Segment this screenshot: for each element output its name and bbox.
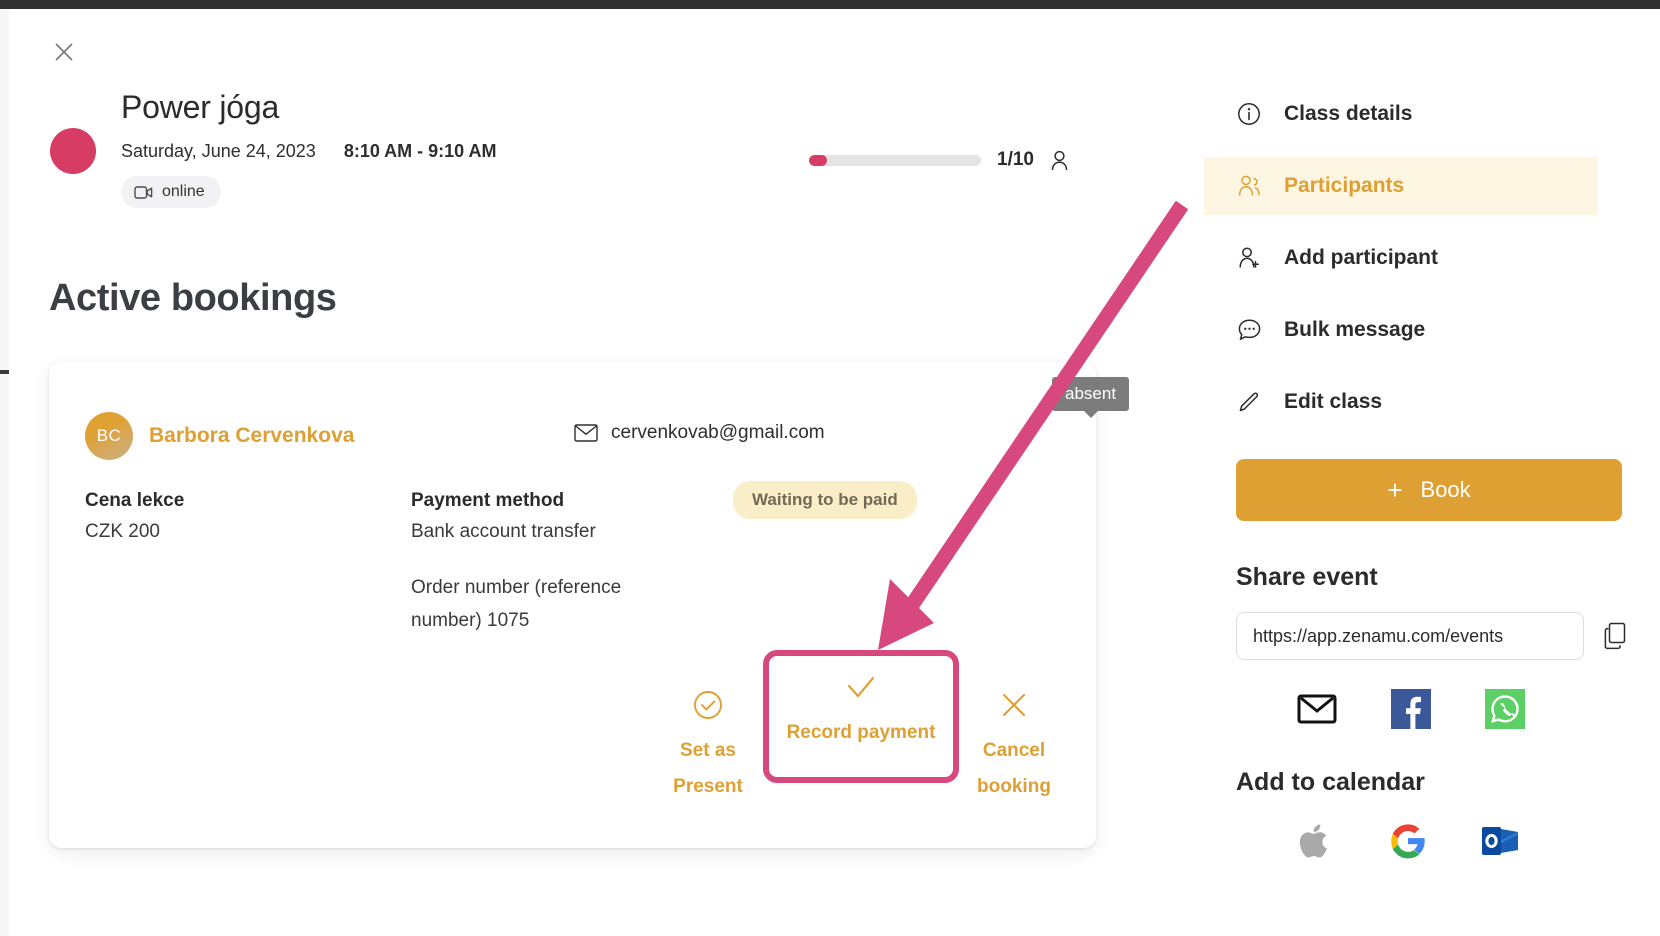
window-titlebar — [0, 0, 1660, 9]
pencil-icon — [1236, 390, 1262, 414]
capacity-track — [809, 154, 981, 166]
event-online-tag-label: online — [162, 183, 205, 200]
sidebar-item-add-participant[interactable]: Add participant — [1204, 229, 1638, 287]
sidebar-item-label: Class details — [1284, 102, 1413, 125]
calendar-providers-row — [1236, 821, 1638, 861]
avatar: BC — [85, 412, 133, 460]
share-url-input[interactable] — [1236, 612, 1584, 660]
whatsapp-icon — [1485, 689, 1525, 729]
book-button[interactable]: + Book — [1236, 459, 1622, 521]
sidebar-item-label: Bulk message — [1284, 318, 1426, 341]
payment-method-label: Payment method — [411, 490, 565, 511]
price-value: CZK 200 — [85, 521, 160, 542]
set-as-present-label: Set as Present — [673, 740, 743, 797]
participant-name[interactable]: Barbora Cervenkova — [149, 424, 354, 448]
video-camera-icon — [134, 185, 153, 199]
share-social-row — [1236, 688, 1638, 730]
event-header: Power jóga Saturday, June 24, 2023 8:10 … — [121, 85, 801, 208]
participant-email-text: cervenkovab@gmail.com — [611, 422, 825, 443]
facebook-icon — [1391, 689, 1431, 729]
event-time: 8:10 AM - 9:10 AM — [343, 141, 497, 161]
booking-card: absent BC Barbora Cervenkova cervenkovab… — [49, 362, 1130, 848]
event-datetime: Saturday, June 24, 2023 8:10 AM - 9:10 A… — [121, 141, 801, 162]
person-plus-icon — [1236, 246, 1262, 270]
window-left-edge — [0, 9, 9, 936]
sidebar-item-class-details[interactable]: Class details — [1204, 85, 1638, 143]
event-detail-panel: Power jóga Saturday, June 24, 2023 8:10 … — [9, 9, 1204, 936]
sidebar-item-label: Add participant — [1284, 246, 1439, 269]
copy-link-button[interactable] — [1602, 620, 1628, 652]
apple-calendar-button[interactable] — [1296, 821, 1336, 861]
participants-icon — [1236, 174, 1262, 198]
app-window: Power jóga Saturday, June 24, 2023 8:10 … — [0, 0, 1660, 936]
attendance-tooltip: absent — [1052, 377, 1130, 418]
apple-icon — [1299, 824, 1327, 858]
share-event-heading: Share event — [1236, 563, 1378, 591]
close-dialog-button[interactable] — [47, 35, 81, 69]
x-icon — [999, 690, 1029, 720]
book-button-label: Book — [1420, 477, 1471, 502]
google-icon — [1391, 824, 1425, 859]
event-color-dot — [50, 128, 96, 174]
check-circle-icon — [693, 690, 723, 720]
info-circle-icon — [1236, 102, 1262, 126]
sidebar-nav: Class details Participants Add participa… — [1204, 9, 1638, 431]
outlook-icon — [1482, 827, 1518, 855]
share-url-row — [1236, 612, 1638, 660]
google-calendar-button[interactable] — [1388, 821, 1428, 861]
person-icon — [1051, 150, 1068, 170]
event-date: Saturday, June 24, 2023 — [121, 141, 316, 161]
capacity-indicator: 1/10 — [809, 149, 1069, 171]
cancel-booking-button[interactable]: Cancel booking — [967, 672, 1061, 805]
booking-actions: Set as Present Record payment Cancel boo… — [661, 650, 1061, 805]
window-right-edge — [1638, 9, 1660, 936]
share-facebook-button[interactable] — [1390, 688, 1432, 730]
sidebar-item-edit-class[interactable]: Edit class — [1204, 373, 1638, 431]
set-as-present-button[interactable]: Set as Present — [661, 672, 755, 805]
sidebar-item-bulk-message[interactable]: Bulk message — [1204, 301, 1638, 359]
add-to-calendar-heading: Add to calendar — [1236, 768, 1425, 796]
record-payment-button[interactable]: Record payment — [763, 650, 959, 783]
sidebar-item-participants[interactable]: Participants — [1204, 157, 1598, 215]
close-icon — [55, 43, 73, 61]
page-title: Active bookings — [49, 277, 337, 319]
event-sidebar: Class details Participants Add participa… — [1204, 9, 1638, 936]
payment-method-value: Bank account transfer — [411, 521, 596, 542]
participant-email: cervenkovab@gmail.com — [574, 422, 825, 444]
payment-column: Payment method Bank account transfer Ord… — [411, 486, 711, 637]
outlook-calendar-button[interactable] — [1480, 821, 1520, 861]
status-badge: Waiting to be paid — [733, 481, 917, 519]
window-left-marker — [0, 370, 9, 374]
plus-icon: + — [1387, 475, 1403, 505]
share-whatsapp-button[interactable] — [1484, 688, 1526, 730]
record-payment-label: Record payment — [786, 722, 936, 743]
copy-icon — [1604, 622, 1626, 650]
envelope-filled-icon — [1297, 694, 1337, 724]
sidebar-item-label: Edit class — [1284, 390, 1383, 413]
share-email-button[interactable] — [1296, 688, 1338, 730]
capacity-fill — [809, 154, 827, 166]
capacity-text: 1/10 — [997, 149, 1034, 170]
order-number-text: Order number (reference number) 1075 — [411, 577, 622, 631]
envelope-icon — [574, 424, 598, 442]
event-online-tag: online — [121, 176, 221, 208]
price-column: Cena lekce CZK 200 — [85, 486, 385, 547]
event-title: Power jóga — [121, 89, 280, 125]
price-label: Cena lekce — [85, 490, 185, 511]
cancel-booking-label: Cancel booking — [977, 740, 1051, 797]
sidebar-item-label: Participants — [1284, 174, 1405, 197]
chat-bubble-icon — [1236, 318, 1262, 342]
booking-participant[interactable]: BC Barbora Cervenkova — [85, 412, 354, 460]
check-icon — [844, 672, 878, 702]
